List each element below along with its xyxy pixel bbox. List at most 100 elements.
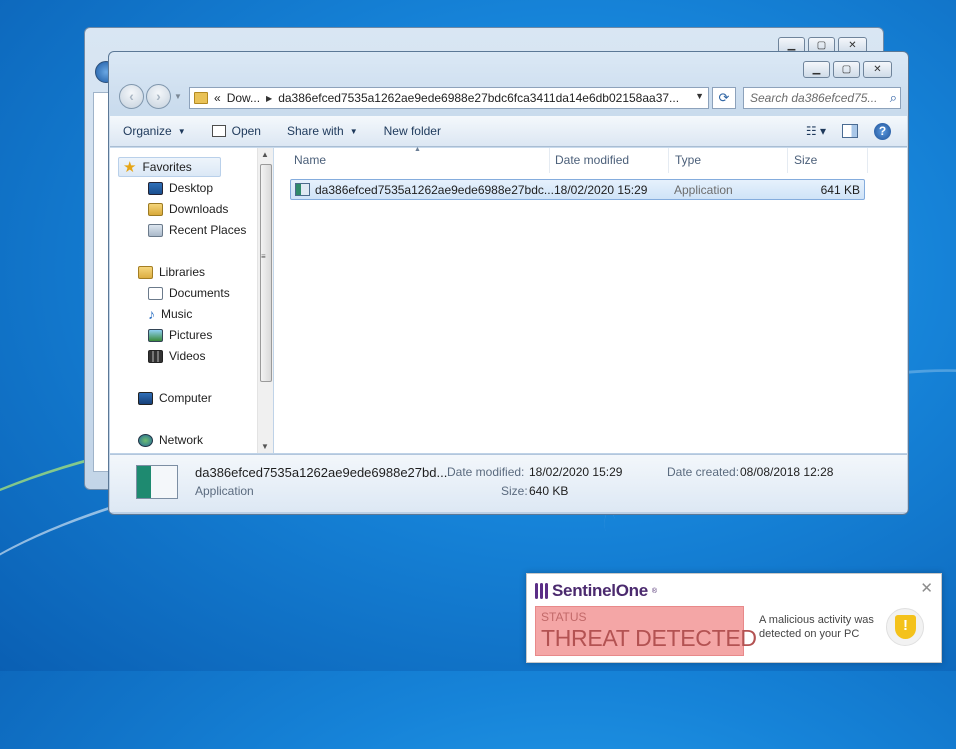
refresh-button[interactable]: ⟳ [712, 87, 736, 109]
file-name: da386efced7535a1262ae9ede6988e27bdc... [315, 183, 554, 197]
sentinelone-logo-icon [535, 583, 548, 599]
open-button[interactable]: Open [199, 124, 274, 138]
minimize-button[interactable]: ▁ [803, 61, 830, 78]
threat-notification[interactable]: SentinelOne ® ✕ STATUS THREAT DETECTED A … [526, 573, 942, 663]
toolbar-right: ☷ ▾ ? [806, 122, 891, 140]
downloads-icon [148, 202, 163, 216]
breadcrumb-arrow-icon[interactable]: ▶ [266, 94, 272, 103]
pictures-icon [148, 328, 163, 342]
nav-label: Desktop [169, 181, 214, 195]
details-date-created-value: 08/08/2018 12:28 [740, 465, 834, 479]
nav-label: Recent Places [169, 223, 247, 237]
details-file-name: da386efced7535a1262ae9ede6988e27bd... [195, 465, 448, 480]
chevron-down-icon: ▼ [349, 126, 358, 136]
threat-message: A malicious activity was detected on you… [759, 614, 874, 640]
scroll-down-icon[interactable]: ▼ [261, 442, 269, 451]
nav-item-network[interactable]: Network [138, 433, 203, 447]
nav-item-favorites[interactable]: ★ Favorites [118, 157, 221, 177]
search-icon[interactable]: ⌕ [890, 90, 897, 106]
organize-label: Organize [123, 124, 172, 138]
close-button[interactable]: ✕ [863, 61, 892, 78]
star-icon: ★ [123, 158, 137, 176]
address-overflow[interactable]: « [214, 91, 221, 105]
file-row[interactable]: da386efced7535a1262ae9ede6988e27bdc... 1… [290, 179, 865, 200]
nav-item-pictures[interactable]: Pictures [148, 328, 212, 342]
open-label: Open [231, 124, 261, 138]
nav-label: Downloads [169, 202, 229, 216]
open-icon [211, 125, 226, 137]
maximize-button[interactable]: ▢ [833, 61, 860, 78]
search-placeholder: Search da386efced75... [750, 91, 878, 105]
shield-warning-icon: ! [886, 608, 924, 646]
file-size: 641 KB [820, 183, 860, 197]
nav-item-libraries[interactable]: Libraries [138, 265, 205, 279]
libraries-icon [138, 265, 153, 279]
close-icon[interactable]: ✕ [920, 579, 933, 597]
nav-label: Music [161, 307, 193, 321]
desktop-icon [148, 181, 163, 195]
details-file-type: Application [195, 484, 254, 498]
details-pane: da386efced7535a1262ae9ede6988e27bd... Ap… [110, 454, 907, 512]
preview-pane-icon[interactable] [842, 124, 858, 138]
file-list: ▲ Name Date modified Type Size da386efce… [274, 146, 907, 453]
nav-item-desktop[interactable]: Desktop [148, 181, 213, 195]
scroll-up-icon[interactable]: ▲ [261, 150, 269, 159]
nav-label: Favorites [142, 160, 192, 174]
brand-name: SentinelOne [552, 581, 648, 600]
details-size-value: 640 KB [529, 484, 569, 498]
nav-item-documents[interactable]: Documents [148, 286, 230, 300]
computer-icon [138, 391, 153, 405]
nav-item-computer[interactable]: Computer [138, 391, 212, 405]
nav-label: Pictures [169, 328, 213, 342]
help-icon[interactable]: ? [874, 122, 891, 140]
recent-places-icon [148, 223, 163, 237]
nav-label: Libraries [159, 265, 206, 279]
folder-icon [194, 92, 208, 104]
network-icon [138, 433, 153, 447]
change-view-icon[interactable]: ☷ ▾ [806, 124, 826, 138]
search-input[interactable]: Search da386efced75... ⌕ [743, 87, 901, 109]
share-with-button[interactable]: Share with ▼ [274, 124, 371, 138]
status-value: THREAT DETECTED [541, 625, 757, 651]
documents-icon [148, 286, 163, 300]
column-header-name[interactable]: Name [288, 148, 550, 173]
details-date-created-label: Date created: [667, 465, 740, 479]
details-size-label: Size: [501, 484, 528, 498]
scrollbar-thumb[interactable] [260, 164, 272, 382]
refresh-icon: ⟳ [718, 90, 730, 105]
column-header-type[interactable]: Type [669, 148, 788, 173]
address-dropdown-icon[interactable]: ▼ [695, 91, 704, 101]
application-icon [295, 183, 310, 196]
nav-item-downloads[interactable]: Downloads [148, 202, 228, 216]
recent-pages-dropdown-icon[interactable]: ▼ [174, 92, 182, 101]
address-bar[interactable]: « Dow... ▶ da386efced7535a1262ae9ede6988… [189, 87, 709, 109]
file-date-modified: 18/02/2020 15:29 [554, 183, 648, 197]
column-header-date-modified[interactable]: Date modified [549, 148, 669, 173]
details-date-modified-value: 18/02/2020 15:29 [529, 465, 623, 479]
address-segment-folder[interactable]: da386efced7535a1262ae9ede6988e27bdc6fca3… [278, 91, 679, 105]
nav-item-videos[interactable]: Videos [148, 349, 205, 363]
nav-label: Network [159, 433, 204, 447]
navigation-pane: ★ Favorites Desktop Downloads Recent Plac… [110, 148, 273, 453]
address-segment-downloads[interactable]: Dow... [227, 91, 260, 105]
trademark-symbol: ® [651, 587, 657, 595]
new-folder-button[interactable]: New folder [371, 124, 454, 138]
grip-icon: ≡ [261, 252, 266, 261]
nav-item-music[interactable]: ♪ Music [148, 307, 193, 322]
forward-button[interactable]: › [146, 84, 171, 109]
share-with-label: Share with [286, 124, 344, 138]
nav-label: Videos [169, 349, 206, 363]
nav-item-recent-places[interactable]: Recent Places [148, 223, 246, 237]
videos-icon [148, 349, 163, 363]
nav-scrollbar[interactable]: ▲ ≡ ▼ [257, 148, 273, 453]
nav-label: Documents [169, 286, 230, 300]
status-box: STATUS THREAT DETECTED [535, 606, 757, 656]
file-type: Application [674, 183, 733, 197]
back-button[interactable]: ‹ [119, 84, 144, 109]
sentinelone-logo: SentinelOne ® [535, 581, 657, 601]
column-header-size[interactable]: Size [788, 148, 868, 173]
organize-button[interactable]: Organize ▼ [110, 124, 199, 138]
command-bar: Organize ▼ Open Share with ▼ New folder ☷ … [110, 116, 907, 147]
explorer-window[interactable]: ▁ ▢ ✕ ‹ › ▼ « Dow... ▶ da386efced7535a12… [108, 51, 909, 515]
nav-buttons: ‹ › ▼ [119, 84, 182, 109]
